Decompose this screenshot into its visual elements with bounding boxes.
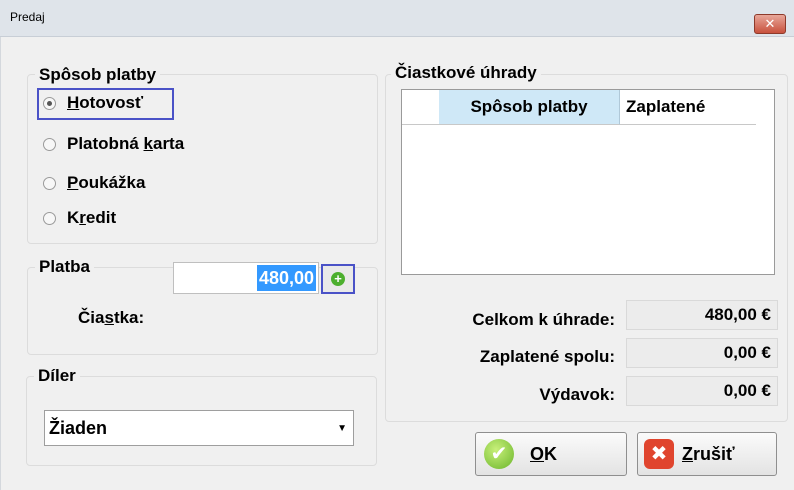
amount-label: Čiastka: [78,308,145,327]
close-button[interactable]: ✕ [754,14,786,34]
cancel-icon: ✖ [644,439,674,469]
paid-value: 0,00 € [626,338,778,368]
amount-value: 480,00 [256,265,316,291]
close-icon: ✕ [764,16,776,31]
cancel-button[interactable]: ✖ Zrušiť [637,432,777,476]
payment-title: Platba [35,257,95,277]
ok-label: OK [530,443,558,464]
radio-poukazka[interactable]: Poukážka [43,170,145,196]
dealer-selected: Žiaden [49,418,108,438]
plus-circle-icon: + [331,272,345,286]
title-bar: Predaj ✕ [0,0,794,37]
dealer-title: Díler [34,366,80,386]
radio-dot [43,176,56,190]
add-payment-button[interactable]: + [321,264,355,294]
change-value: 0,00 € [626,376,778,406]
radio-dot [43,137,56,151]
total-value: 480,00 € [626,300,778,330]
column-header-method[interactable]: Spôsob platby [439,90,620,125]
partial-payments-title: Čiastkové úhrady [391,63,541,83]
radio-label: Kredit [67,208,117,227]
table-header-row-selector [402,90,440,125]
window-title: Predaj [10,10,45,24]
focus-indicator [37,88,174,120]
cancel-label: Zrušiť [682,443,735,464]
dealer-select[interactable]: Žiaden ▼ [44,410,354,446]
check-icon: ✔ [484,439,514,469]
column-header-paid[interactable]: Zaplatené [620,90,756,125]
payment-method-title: Spôsob platby [35,65,161,85]
partial-payments-table[interactable]: Spôsob platby Zaplatené [401,89,775,275]
radio-platobna-karta[interactable]: Platobná karta [43,131,184,157]
change-label: Výdavok: [539,385,615,404]
amount-input[interactable]: 480,00 [173,262,319,294]
radio-label: Poukážka [67,173,146,192]
total-label: Celkom k úhrade: [472,310,615,329]
radio-label: Platobná karta [67,134,185,153]
radio-kredit[interactable]: Kredit [43,205,116,231]
paid-label: Zaplatené spolu: [479,347,615,366]
chevron-down-icon: ▼ [337,423,347,434]
ok-button[interactable]: ✔ OK [475,432,627,476]
radio-dot [43,211,56,225]
